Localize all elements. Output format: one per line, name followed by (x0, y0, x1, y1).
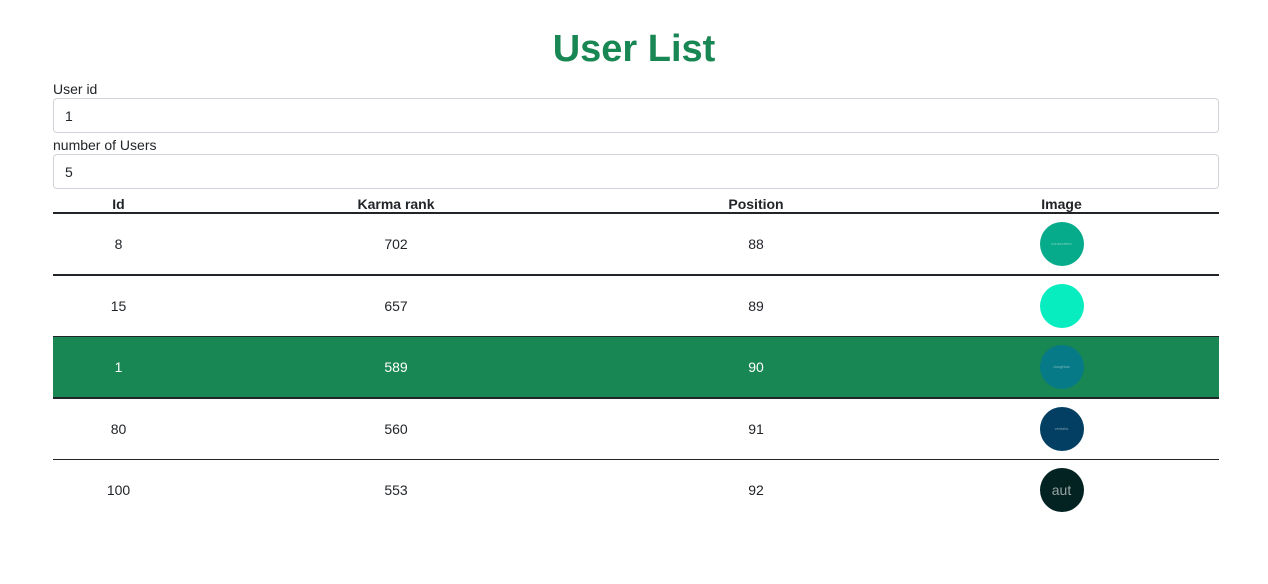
header-karma-rank: Karma rank (184, 191, 608, 214)
num-users-input[interactable] (53, 154, 1219, 189)
header-id: Id (53, 191, 184, 214)
cell-id: 8 (53, 213, 184, 276)
cell-position: 88 (608, 213, 904, 276)
cell-position: 89 (608, 275, 904, 337)
table-row[interactable]: 8 702 88 consectetur (53, 213, 1219, 276)
cell-id: 100 (106, 482, 131, 498)
cell-image: aut (904, 460, 1219, 521)
table-row[interactable]: 100 553 92 aut (53, 460, 1219, 521)
cell-position: 90 (608, 336, 904, 399)
table-row[interactable]: 80 560 91 veritatis (53, 398, 1219, 460)
avatar-caption: veritatis (1054, 426, 1069, 431)
header-image: Image (904, 191, 1219, 214)
cell-karma-rank: 702 (184, 213, 608, 276)
users-table: Id Karma rank Position Image 8 702 88 co… (53, 191, 1219, 520)
cell-karma-rank: 560 (184, 398, 608, 460)
cell-image (904, 275, 1219, 337)
cell-position: 92 (748, 482, 764, 498)
num-users-label: number of Users (53, 137, 157, 153)
avatar: veritatis (1039, 407, 1084, 451)
cell-position: 91 (608, 398, 904, 460)
cell-id: 1 (53, 336, 184, 399)
avatar-caption: consectetur (1051, 241, 1072, 246)
page-title: User List (552, 28, 716, 70)
avatar-caption: aut (1051, 482, 1072, 498)
cell-id: 80 (53, 398, 184, 460)
cell-id: 15 (53, 275, 184, 337)
user-list-page: User List User id number of Users Id Kar… (0, 0, 1268, 584)
cell-image: veritatis (904, 398, 1219, 460)
cell-image: consectetur (904, 213, 1219, 276)
avatar-caption (1040, 284, 1084, 328)
table-row-selected[interactable]: 1 589 90 doughlas (53, 336, 1219, 399)
user-id-label: User id (53, 81, 98, 97)
cell-karma-rank: 553 (384, 482, 408, 498)
avatar: consectetur (1039, 222, 1084, 266)
header-position: Position (608, 191, 904, 214)
avatar: aut (1039, 468, 1084, 512)
cell-karma-rank: 657 (184, 275, 608, 337)
avatar-caption: doughlas (1053, 364, 1070, 369)
cell-karma-rank: 589 (184, 336, 608, 399)
table-header-row: Id Karma rank Position Image (53, 191, 1219, 214)
table-row[interactable]: 15 657 89 (53, 275, 1219, 337)
avatar (1039, 284, 1084, 328)
cell-image: doughlas (904, 336, 1219, 399)
avatar: doughlas (1039, 345, 1084, 389)
user-id-input[interactable] (53, 98, 1219, 133)
